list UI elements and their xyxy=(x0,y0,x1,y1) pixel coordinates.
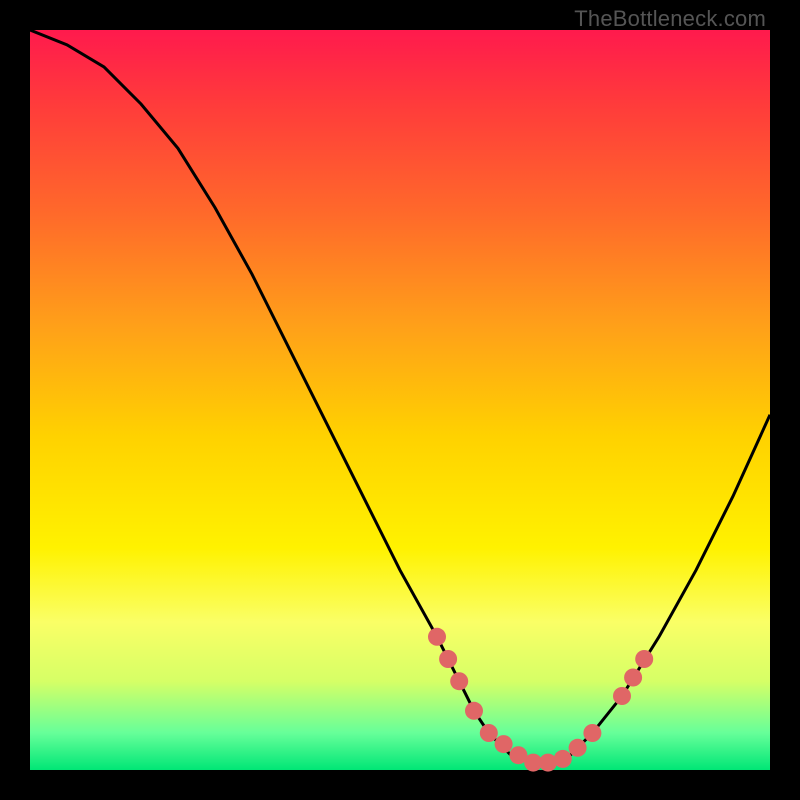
valley-marker xyxy=(495,735,513,753)
watermark-text: TheBottleneck.com xyxy=(574,6,766,32)
bottleneck-curve-line xyxy=(30,30,770,763)
valley-marker xyxy=(554,750,572,768)
valley-marker xyxy=(439,650,457,668)
valley-marker xyxy=(569,739,587,757)
valley-marker xyxy=(465,702,483,720)
valley-marker xyxy=(583,724,601,742)
valley-markers xyxy=(428,628,653,772)
valley-marker xyxy=(624,669,642,687)
chart-svg xyxy=(30,30,770,770)
valley-marker xyxy=(480,724,498,742)
valley-marker xyxy=(428,628,446,646)
valley-marker xyxy=(635,650,653,668)
valley-marker xyxy=(613,687,631,705)
valley-marker xyxy=(450,672,468,690)
